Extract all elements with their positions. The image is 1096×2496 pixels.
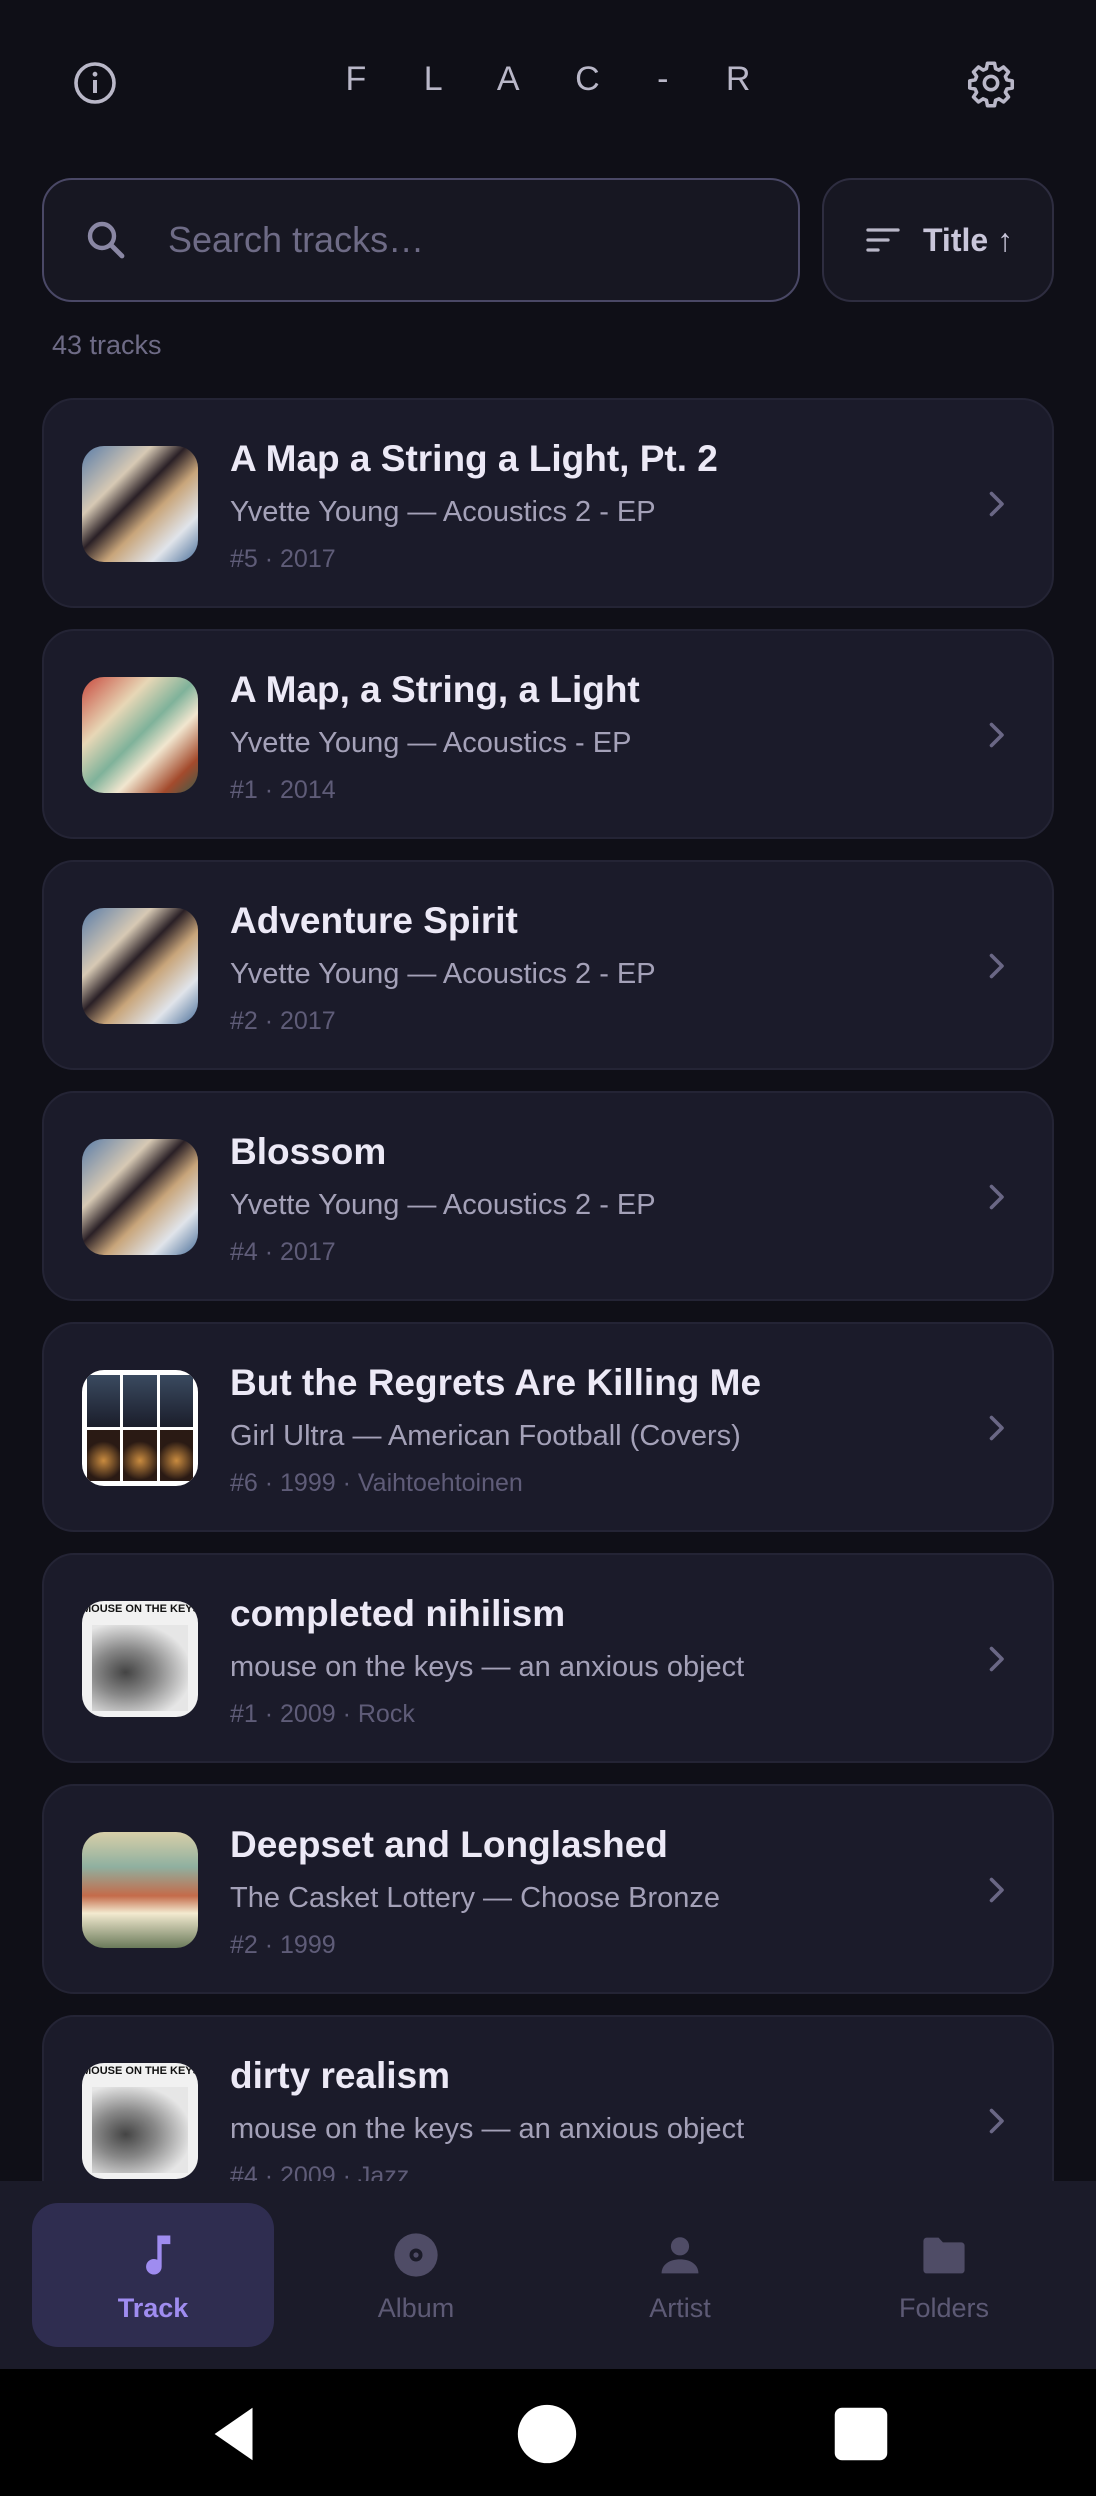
album-art: MOUSE ON THE KEYS [82,2063,198,2179]
app-root: F L A C - R Title ↑ 43 tracks A Map a St… [0,0,1096,2496]
track-card[interactable]: But the Regrets Are Killing Me Girl Ultra… [42,1322,1054,1532]
nav-label: Artist [649,2293,711,2323]
track-card[interactable]: Adventure Spirit Yvette Young — Acoustics… [42,860,1054,1070]
album-art-text: MOUSE ON THE KEYS [82,1603,198,1615]
music-note-icon [146,2235,171,2275]
track-meta: #5 · 2017 [230,545,336,573]
chevron-right-icon [989,1184,1004,1210]
chevron-right-icon [989,1877,1004,1903]
nav-folders[interactable]: Folders [823,2203,1065,2347]
chevron-right-icon [989,491,1004,517]
search-input[interactable] [166,218,770,262]
track-card[interactable]: Deepset and Longlashed The Casket Lottery… [42,1784,1054,1994]
chevron-right-icon [989,722,1004,748]
top-bar: F L A C - R [0,0,1096,170]
chevron-right-icon [989,953,1004,979]
track-meta: #2 · 1999 [230,1931,336,1959]
sort-icon [866,228,900,252]
album-art: MOUSE ON THE KEYS [82,1601,198,1717]
track-card[interactable]: MOUSE ON THE KEYS dirty realism mouse on t… [42,2015,1054,2181]
back-icon[interactable] [200,2399,270,2469]
disc-icon [394,2233,438,2277]
album-art-text: MOUSE ON THE KEYS [82,2065,198,2077]
track-card[interactable]: A Map a String a Light, Pt. 2 Yvette Youn… [42,398,1054,608]
track-card[interactable]: MOUSE ON THE KEYS completed nihilism mouse… [42,1553,1054,1763]
recents-icon[interactable] [826,2399,896,2469]
chevron-right-icon [989,1646,1004,1672]
chevron-right-icon [989,2108,1004,2134]
nav-album[interactable]: Album [295,2203,537,2347]
track-subtitle: mouse on the keys — an anxious object [230,1651,745,1683]
track-meta: #1 · 2014 [230,776,336,804]
track-title: Deepset and Longlashed [230,1824,668,1865]
album-art [82,446,198,562]
track-list[interactable]: A Map a String a Light, Pt. 2 Yvette Youn… [42,398,1054,2181]
album-art [82,677,198,793]
track-subtitle: Yvette Young — Acoustics 2 - EP [230,1189,656,1221]
nav-label: Folders [898,2293,990,2323]
album-art [82,1370,198,1486]
track-card[interactable]: Blossom Yvette Young — Acoustics 2 - EP #4… [42,1091,1054,1301]
home-icon[interactable] [512,2399,582,2469]
track-meta: #4 · 2017 [230,1238,336,1266]
album-art [82,908,198,1024]
nav-artist[interactable]: Artist [559,2203,801,2347]
track-count: 43 tracks [52,330,162,360]
search-icon [87,221,125,259]
track-title: But the Regrets Are Killing Me [230,1362,762,1403]
sort-label: Title ↑ [922,221,1014,258]
track-meta: #4 · 2009 · Jazz [230,2162,410,2181]
track-meta: #1 · 2009 · Rock [230,1700,415,1728]
track-meta: #6 · 1999 · Vaihtoehtoinen [230,1469,523,1497]
track-title: Blossom [230,1131,387,1172]
track-subtitle: Girl Ultra — American Football (Covers) [230,1420,741,1452]
app-title: F L A C - R [345,60,775,98]
album-art [82,1139,198,1255]
folder-icon [923,2237,965,2274]
track-title: dirty realism [230,2055,451,2096]
search-bar[interactable] [42,178,800,302]
track-card[interactable]: A Map, a String, a Light Yvette Young — A… [42,629,1054,839]
nav-label: Album [377,2293,455,2323]
bottom-navigation: Track Album Artist Folders [0,2181,1096,2369]
person-icon [661,2237,699,2274]
chevron-right-icon [989,1415,1004,1441]
track-subtitle: Yvette Young — Acoustics 2 - EP [230,496,656,528]
track-title: A Map, a String, a Light [230,669,640,710]
gear-icon [967,61,1015,108]
system-navigation-bar [0,2369,1096,2496]
track-subtitle: mouse on the keys — an anxious object [230,2113,745,2145]
track-title: completed nihilism [230,1593,566,1634]
album-art [82,1832,198,1948]
nav-label: Track [117,2293,189,2323]
track-subtitle: The Casket Lottery — Choose Bronze [230,1882,721,1914]
sort-button[interactable]: Title ↑ [822,178,1054,302]
track-title: A Map a String a Light, Pt. 2 [230,438,718,479]
track-subtitle: Yvette Young — Acoustics - EP [230,727,632,759]
nav-track[interactable]: Track [32,2203,274,2347]
track-subtitle: Yvette Young — Acoustics 2 - EP [230,958,656,990]
settings-button[interactable] [956,48,1026,118]
track-meta: #2 · 2017 [230,1007,336,1035]
track-title: Adventure Spirit [230,900,518,941]
